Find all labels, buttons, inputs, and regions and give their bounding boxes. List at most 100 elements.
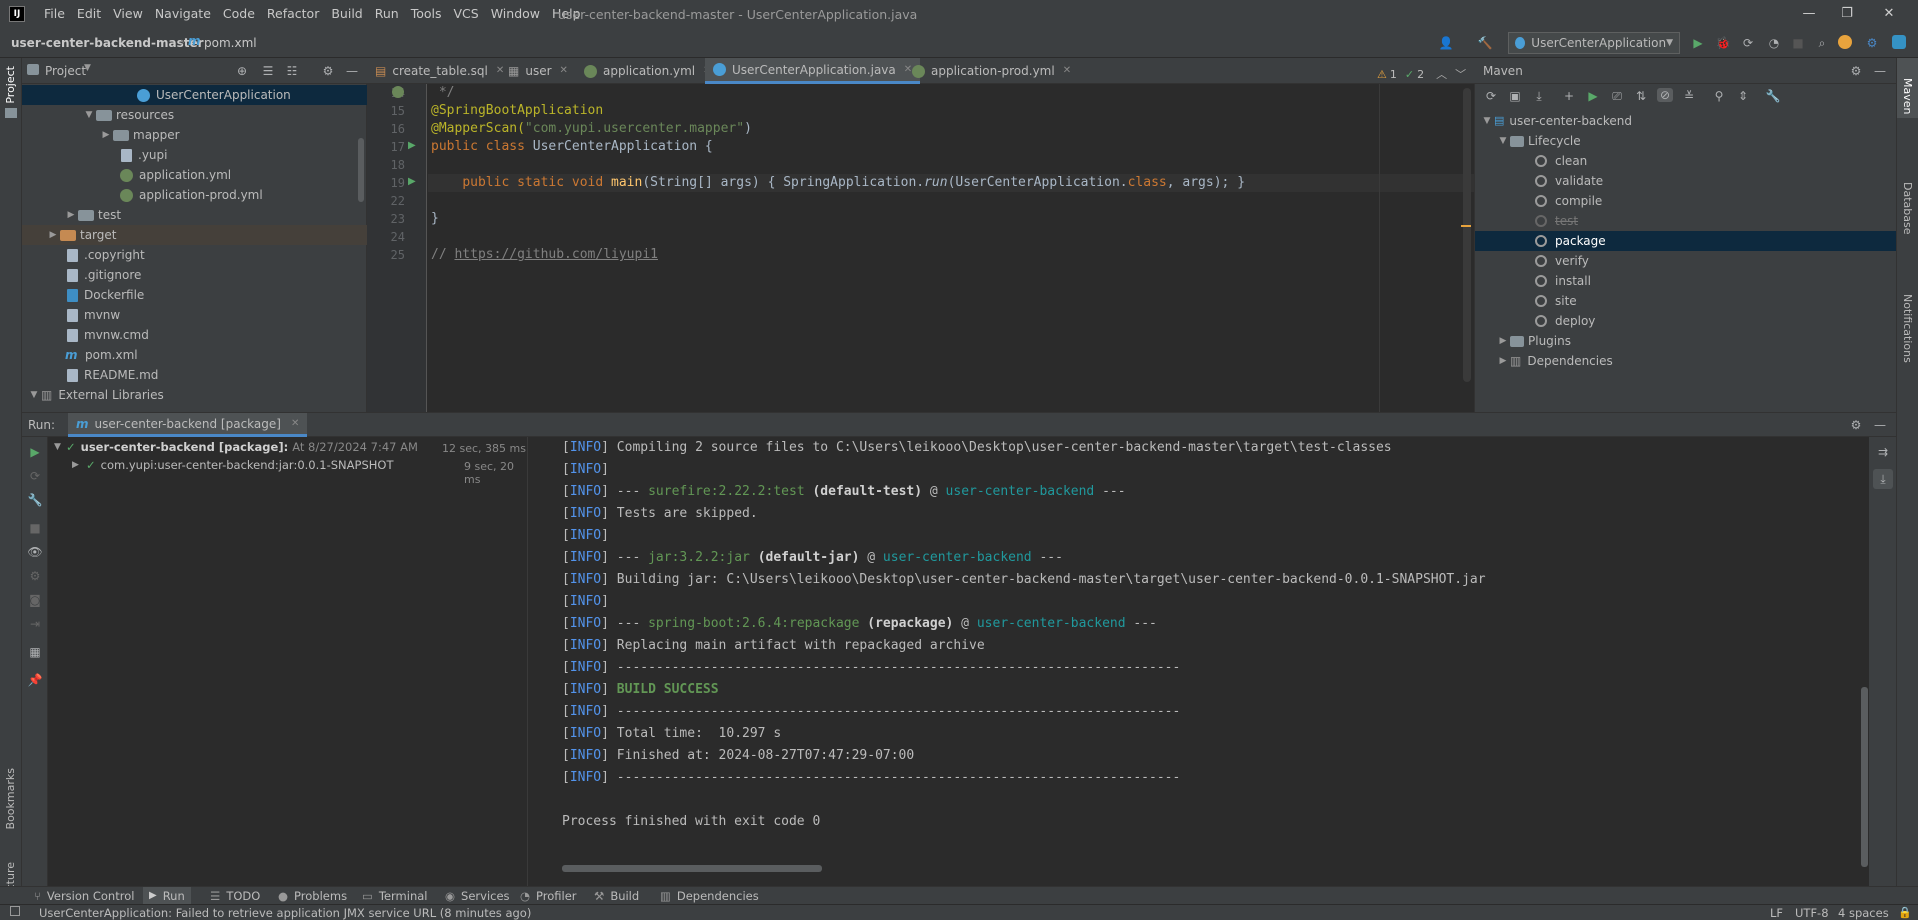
tree-item-application-yml[interactable]: application.yml xyxy=(119,165,231,185)
minimize-icon[interactable]: — xyxy=(1794,4,1824,24)
collapse-arrow-icon[interactable]: ▶ xyxy=(99,125,113,145)
skip-tests-icon[interactable]: ⊘ xyxy=(1657,88,1673,102)
tree-item-usercenterapplication[interactable]: UserCenterApplication xyxy=(22,85,367,105)
rerun-failed-icon[interactable]: ⟳ xyxy=(27,469,43,483)
execute-goal-icon[interactable]: ⎚ xyxy=(1609,89,1625,103)
tree-item-gitignore[interactable]: .gitignore xyxy=(65,265,141,285)
status-toggle-icon[interactable] xyxy=(10,906,20,916)
build-hammer-icon[interactable]: 🔨 xyxy=(1477,36,1493,50)
scrollbar[interactable] xyxy=(358,138,364,202)
close-tab-icon[interactable]: ✕ xyxy=(1063,58,1071,84)
lock-icon[interactable]: 🔒 xyxy=(1898,906,1912,919)
indent-setting[interactable]: 4 spaces xyxy=(1838,906,1889,920)
tree-item-mvnw-cmd[interactable]: mvnw.cmd xyxy=(65,325,149,345)
generate-sources-icon[interactable]: ▣ xyxy=(1507,89,1523,103)
breadcrumb-project[interactable]: user-center-backend-master xyxy=(11,36,204,50)
debug-icon[interactable]: ⚙ xyxy=(27,569,43,583)
comment-link[interactable]: https://github.com/liyupi1 xyxy=(454,247,658,262)
warning-marker[interactable] xyxy=(1461,225,1471,227)
expand-arrow-icon[interactable]: ▼ xyxy=(82,105,96,125)
code-line-14[interactable]: */ xyxy=(431,84,455,102)
menu-vcs[interactable]: VCS xyxy=(454,6,479,21)
vertical-scrollbar[interactable] xyxy=(1861,687,1868,867)
add-icon[interactable]: + xyxy=(1561,89,1577,103)
hide-icon[interactable]: — xyxy=(344,64,360,78)
project-tool-label[interactable]: Project xyxy=(4,66,17,104)
menu-navigate[interactable]: Navigate xyxy=(155,6,211,21)
tab-run[interactable]: ▶ Run xyxy=(143,887,191,905)
collapse-arrow-icon[interactable]: ▶ xyxy=(64,205,78,225)
menu-refactor[interactable]: Refactor xyxy=(267,6,319,21)
run-gutter-icon[interactable]: ▶ xyxy=(408,176,416,187)
gear-icon[interactable]: ⚙ xyxy=(320,64,336,78)
tree-item-dockerfile[interactable]: Dockerfile xyxy=(65,285,144,305)
lifecycle-clean[interactable]: clean xyxy=(1535,151,1587,171)
expand-arrow-icon[interactable]: ▼ xyxy=(1480,111,1494,131)
toggle-offline-icon[interactable]: ⇅ xyxy=(1633,89,1649,103)
collapse-arrow-icon[interactable]: ▶ xyxy=(1496,351,1510,371)
code-line-17[interactable]: public class UserCenterApplication { xyxy=(431,138,713,156)
hide-icon[interactable]: — xyxy=(1872,64,1888,78)
profiler-icon[interactable]: ◔ xyxy=(1766,36,1782,50)
show-dependencies-icon[interactable]: ⚲ xyxy=(1711,89,1727,103)
menu-view[interactable]: View xyxy=(113,6,143,21)
line-ending[interactable]: LF xyxy=(1770,906,1783,920)
menu-build[interactable]: Build xyxy=(331,6,362,21)
tree-item-copyright[interactable]: .copyright xyxy=(65,245,145,265)
locate-icon[interactable]: ⊕ xyxy=(234,64,250,78)
tree-item-test[interactable]: ▶ test xyxy=(64,205,122,225)
tab-create-table-sql[interactable]: ▤ create_table.sql ✕ xyxy=(367,58,512,84)
stop-icon[interactable]: ■ xyxy=(27,521,43,535)
lifecycle-install[interactable]: install xyxy=(1535,271,1591,291)
notifications-tool-label[interactable]: Notifications xyxy=(1901,294,1914,363)
lifecycle-validate[interactable]: validate xyxy=(1535,171,1603,191)
lifecycle-site[interactable]: site xyxy=(1535,291,1577,311)
tab-todo[interactable]: ☰ TODO xyxy=(210,887,260,905)
gear-icon[interactable]: ⚙ xyxy=(1848,418,1864,432)
maven-plugins-node[interactable]: ▶ Plugins xyxy=(1496,331,1571,351)
lifecycle-package[interactable]: package xyxy=(1535,231,1606,251)
tab-application-yml[interactable]: application.yml✕ xyxy=(575,58,720,84)
breadcrumb-file[interactable]: pom.xml xyxy=(204,36,257,50)
tree-item-pom-xml[interactable]: m pom.xml xyxy=(65,345,138,365)
debug-icon[interactable]: 🐞 xyxy=(1715,36,1731,50)
tab-problems[interactable]: ● Problems xyxy=(278,887,347,905)
editor-scrollbar[interactable] xyxy=(1463,88,1471,382)
menu-window[interactable]: Window xyxy=(491,6,540,21)
lifecycle-deploy[interactable]: deploy xyxy=(1535,311,1595,331)
download-icon[interactable]: ⤓ xyxy=(1531,89,1547,103)
tab-usercenterapplication-java[interactable]: UserCenterApplication.java ✕ xyxy=(705,58,921,84)
tree-item-resources[interactable]: ▼ resources xyxy=(82,105,175,125)
settings-icon[interactable]: ⚙ xyxy=(1864,36,1880,50)
expand-all-icon[interactable]: ☰ xyxy=(260,64,276,78)
maven-project-node[interactable]: ▼ ▤ user-center-backend xyxy=(1480,111,1632,131)
updates-icon[interactable] xyxy=(1838,35,1852,49)
tree-item-application-prod-yml[interactable]: application-prod.yml xyxy=(119,185,263,205)
lifecycle-compile[interactable]: compile xyxy=(1535,191,1602,211)
close-icon[interactable]: ✕ xyxy=(1874,4,1904,24)
collapse-all-icon[interactable]: ≚ xyxy=(1681,89,1697,103)
database-tool-label[interactable]: Database xyxy=(1901,182,1914,235)
pin-icon[interactable]: 📌 xyxy=(27,673,43,687)
coverage-icon[interactable]: ⟳ xyxy=(1740,36,1756,50)
tab-terminal[interactable]: ▭ Terminal xyxy=(362,887,427,905)
menu-file[interactable]: File xyxy=(44,6,65,21)
code-line-23[interactable]: } xyxy=(431,210,439,228)
wrench-icon[interactable]: 🔧 xyxy=(27,493,43,507)
close-tab-icon[interactable]: ✕ xyxy=(291,418,299,429)
code-line-15[interactable]: @SpringBootApplication xyxy=(431,102,603,120)
stop-icon[interactable]: ■ xyxy=(1790,36,1806,50)
close-tab-icon[interactable]: ✕ xyxy=(560,58,568,84)
maven-dependencies-node[interactable]: ▶ ▥ Dependencies xyxy=(1496,351,1613,371)
menu-tools[interactable]: Tools xyxy=(411,6,442,21)
camera-icon[interactable]: ◙ xyxy=(27,593,43,607)
search-everywhere-icon[interactable]: ⌕ xyxy=(1814,36,1830,50)
run-tab[interactable]: m user-center-backend [package] ✕ xyxy=(68,413,308,437)
project-panel-title[interactable]: Project xyxy=(45,64,86,78)
exit-icon[interactable]: ⇥ xyxy=(27,617,43,631)
collapse-arrow-icon[interactable]: ▶ xyxy=(1496,331,1510,351)
chevron-down-icon[interactable]: ▼ xyxy=(84,63,91,73)
lifecycle-verify[interactable]: verify xyxy=(1535,251,1589,271)
spring-bean-gutter-icon[interactable] xyxy=(392,86,404,98)
inspection-widget[interactable]: ⚠ 1 ✓ 2 ︿ ﹀ xyxy=(1377,66,1466,82)
